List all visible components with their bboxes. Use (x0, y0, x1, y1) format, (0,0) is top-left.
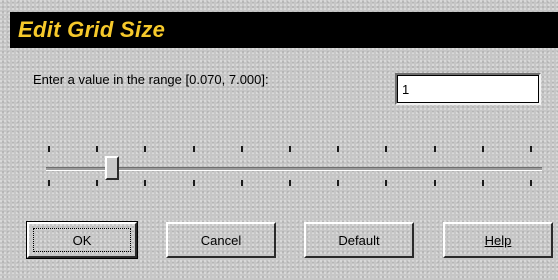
slider-tick (48, 146, 50, 152)
slider-tick (433, 180, 436, 186)
slider-tick (289, 180, 291, 186)
slider-tick (337, 180, 340, 186)
help-button-label: Help (484, 232, 512, 248)
slider-tick (481, 146, 484, 152)
slider-track[interactable] (46, 167, 542, 171)
slider-tick (481, 180, 484, 186)
slider-tick (144, 180, 147, 186)
default-button[interactable]: Default (304, 222, 414, 258)
focus-indicator (33, 228, 131, 252)
slider-tick (530, 180, 532, 186)
slider-tick (289, 146, 291, 152)
slider-tick (192, 180, 195, 186)
dialog-title: Edit Grid Size (18, 17, 166, 42)
slider-tick (337, 146, 340, 152)
cancel-button[interactable]: Cancel (166, 222, 276, 258)
grid-size-input[interactable]: 1 (395, 73, 541, 105)
edit-grid-size-dialog: Edit Grid Size Enter a value in the rang… (0, 0, 558, 280)
grid-size-slider[interactable] (30, 140, 550, 192)
slider-tick (240, 146, 243, 152)
cancel-button-label: Cancel (200, 232, 242, 248)
slider-tick (96, 146, 99, 152)
help-button[interactable]: Help (443, 222, 553, 258)
slider-tick (385, 180, 388, 186)
slider-tick (144, 146, 147, 152)
slider-tick (530, 146, 532, 152)
ok-button[interactable]: OK (26, 221, 138, 259)
slider-tick (385, 146, 388, 152)
slider-tick (192, 146, 195, 152)
slider-tick (96, 180, 99, 186)
slider-thumb[interactable] (105, 156, 119, 180)
title-bar: Edit Grid Size (10, 12, 558, 48)
range-prompt-label: Enter a value in the range [0.070, 7.000… (33, 72, 269, 87)
slider-tick (240, 180, 243, 186)
slider-tick (48, 180, 50, 186)
default-button-label: Default (338, 232, 380, 248)
slider-tick (433, 146, 436, 152)
